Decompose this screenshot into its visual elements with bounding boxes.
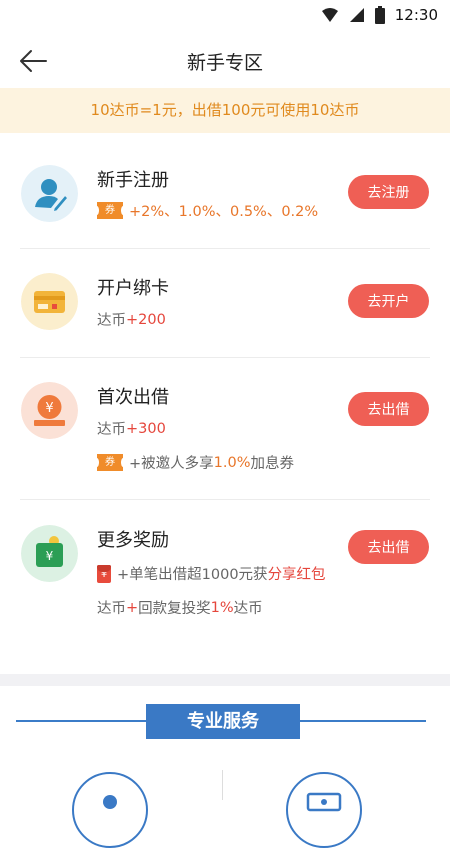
svg-text:¥: ¥ (45, 401, 53, 416)
svg-text:¥: ¥ (46, 549, 54, 563)
reward-text: +被邀人多享 (129, 456, 214, 472)
task-reward-line: 达币 + 回款复投奖 1% 达币 (97, 597, 263, 618)
reward-value: +300 (126, 420, 166, 437)
section-separator (0, 674, 450, 686)
coupon-icon: 券 (95, 454, 125, 471)
header: 新手专区 (0, 32, 450, 88)
reward-text: 加息券 (250, 456, 295, 472)
wallet-yen-icon: ¥ (21, 525, 78, 582)
coin-yen-icon: ¥ (21, 382, 78, 439)
divider (20, 357, 430, 358)
lend-button[interactable]: 去出借 (348, 392, 429, 426)
reward-value: +200 (126, 311, 166, 328)
status-icons: 12:30 (321, 6, 438, 24)
service-title-line (16, 720, 146, 722)
wifi-icon (321, 8, 338, 22)
reward-text: 达币 (233, 601, 263, 617)
reward-label: 达币 (97, 313, 126, 329)
task-title: 新手注册 (97, 170, 169, 191)
person-icon (103, 795, 117, 809)
register-button[interactable]: 去注册 (348, 175, 429, 209)
signal-icon (349, 8, 364, 22)
notice-text: 10达币=1元，出借100元可使用10达币 (90, 101, 360, 119)
reward-text: 达币 (97, 601, 126, 617)
reward-text: +2%、1.0%、0.5%、0.2% (129, 204, 319, 220)
status-bar: 12:30 (0, 0, 450, 32)
money-bill-icon (306, 792, 342, 812)
divider (222, 770, 223, 800)
task-reward-line: 达币 +200 (97, 309, 166, 330)
task-reward-line: 达币 +300 (97, 418, 166, 439)
page-title: 新手专区 (186, 52, 263, 74)
divider (20, 499, 430, 500)
reward-plus: + (126, 599, 139, 616)
service-item-money[interactable] (286, 772, 362, 848)
task-title: 首次出借 (97, 387, 169, 408)
coupon-icon: 券 (95, 202, 125, 219)
reward-text: 回款复投奖 (138, 601, 211, 617)
service-item-person[interactable] (72, 772, 148, 848)
task-reward-line: 券 +2%、1.0%、0.5%、0.2% (95, 200, 319, 221)
open-account-button[interactable]: 去开户 (348, 284, 429, 318)
reward-highlight: 分享红包 (267, 567, 326, 583)
battery-icon (374, 6, 385, 24)
task-reward-line: ¥ +单笔出借超1000元获 分享红包 (97, 563, 326, 584)
reward-rate: 1% (210, 599, 234, 616)
task-reward-line: 券 +被邀人多享 1.0% 加息券 (95, 452, 295, 473)
service-title-line (300, 720, 426, 722)
bank-card-icon (21, 273, 78, 330)
reward-rate: 1.0% (213, 454, 251, 471)
notice-banner: 10达币=1元，出借100元可使用10达币 (0, 88, 450, 133)
user-edit-icon (21, 165, 78, 222)
reward-text: +单笔出借超1000元获 (117, 567, 268, 583)
reward-label: 达币 (97, 422, 126, 438)
services-title: 专业服务 (146, 704, 300, 739)
red-packet-icon: ¥ (97, 564, 111, 583)
divider (20, 248, 430, 249)
task-title: 更多奖励 (97, 530, 169, 551)
lend-button[interactable]: 去出借 (348, 530, 429, 564)
task-title: 开户绑卡 (97, 278, 169, 299)
status-time: 12:30 (394, 6, 438, 24)
